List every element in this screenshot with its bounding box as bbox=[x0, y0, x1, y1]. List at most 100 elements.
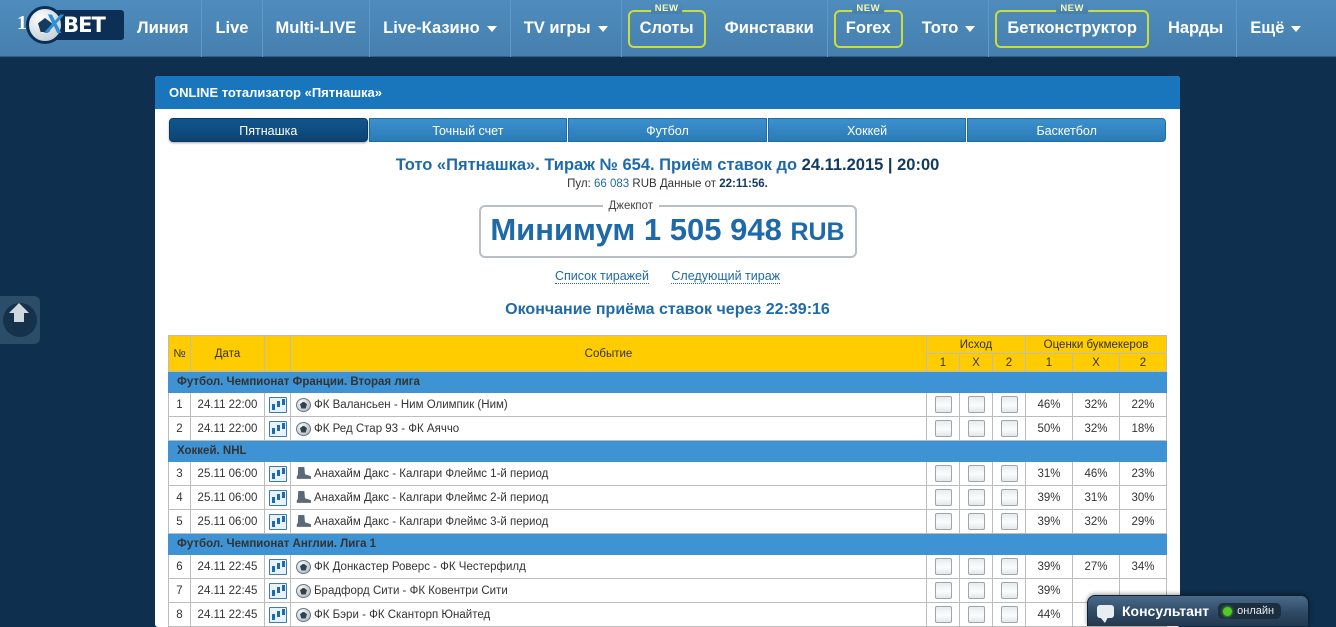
outcome-checkbox-cell-1[interactable] bbox=[926, 392, 960, 417]
outcome-checkbox-cell-2[interactable] bbox=[992, 554, 1026, 579]
row-stats-cell[interactable] bbox=[264, 485, 291, 510]
statistics-chart-icon[interactable] bbox=[268, 513, 287, 530]
outcome-checkbox-1[interactable] bbox=[934, 606, 952, 623]
outcome-checkbox-1[interactable] bbox=[934, 558, 952, 575]
outcome-checkbox-1[interactable] bbox=[934, 420, 952, 437]
outcome-checkbox-cell-2[interactable] bbox=[992, 578, 1026, 603]
row-stats-cell[interactable] bbox=[264, 554, 291, 579]
outcome-checkbox-cell-2[interactable] bbox=[992, 509, 1026, 534]
outcome-checkbox-X[interactable] bbox=[967, 396, 985, 413]
outcome-checkbox-X[interactable] bbox=[967, 489, 985, 506]
nav-item-forex[interactable]: NEW Forex bbox=[833, 2, 903, 48]
statistics-chart-icon[interactable] bbox=[268, 465, 287, 482]
row-stats-cell[interactable] bbox=[264, 602, 291, 627]
row-stats-cell[interactable] bbox=[264, 509, 291, 534]
outcome-checkbox-cell-X[interactable] bbox=[959, 554, 993, 579]
outcome-checkbox-2[interactable] bbox=[1000, 396, 1018, 413]
tab-хоккей[interactable]: Хоккей bbox=[767, 118, 967, 142]
odds-percent-x: 31% bbox=[1072, 485, 1120, 510]
outcome-checkbox-cell-X[interactable] bbox=[959, 578, 993, 603]
outcome-checkbox-cell-1[interactable] bbox=[926, 554, 960, 579]
statistics-chart-icon[interactable] bbox=[268, 420, 287, 437]
row-event-name[interactable]: ФК Валансьен - Ним Олимпик (Ним) bbox=[314, 399, 508, 411]
outcome-checkbox-X[interactable] bbox=[967, 513, 985, 530]
row-number: 4 bbox=[168, 485, 191, 510]
outcome-checkbox-X[interactable] bbox=[967, 582, 985, 599]
outcome-checkbox-cell-X[interactable] bbox=[959, 392, 993, 417]
nav-item-tv-игры[interactable]: TV игры bbox=[511, 0, 622, 57]
outcome-checkbox-X[interactable] bbox=[967, 420, 985, 437]
outcome-checkbox-cell-2[interactable] bbox=[992, 461, 1026, 486]
outcome-checkbox-2[interactable] bbox=[1000, 558, 1018, 575]
link-next-draw[interactable]: Следующий тираж bbox=[671, 269, 781, 284]
nav-item-нарды[interactable]: Нарды bbox=[1155, 0, 1238, 57]
statistics-chart-icon[interactable] bbox=[268, 558, 287, 575]
nav-item-live-казино[interactable]: Live-Казино bbox=[370, 0, 511, 57]
outcome-checkbox-cell-2[interactable] bbox=[992, 392, 1026, 417]
row-stats-cell[interactable] bbox=[264, 461, 291, 486]
outcome-checkbox-1[interactable] bbox=[934, 513, 952, 530]
nav-item-тото[interactable]: Тото bbox=[909, 0, 990, 57]
outcome-checkbox-cell-2[interactable] bbox=[992, 485, 1026, 510]
consultant-chat-widget[interactable]: Консультант онлайн bbox=[1087, 595, 1309, 626]
outcome-checkbox-cell-X[interactable] bbox=[959, 485, 993, 510]
nav-item-финставки[interactable]: Финставки bbox=[712, 0, 828, 57]
statistics-chart-icon[interactable] bbox=[268, 606, 287, 623]
outcome-checkbox-cell-1[interactable] bbox=[926, 578, 960, 603]
row-event-name[interactable]: Анахайм Дакс - Калгари Флеймс 2-й период bbox=[314, 492, 548, 504]
outcome-checkbox-cell-2[interactable] bbox=[992, 416, 1026, 441]
statistics-chart-icon[interactable] bbox=[268, 489, 287, 506]
row-event-name[interactable]: Анахайм Дакс - Калгари Флеймс 1-й период bbox=[314, 468, 548, 480]
row-number: 6 bbox=[168, 554, 191, 579]
outcome-checkbox-cell-1[interactable] bbox=[926, 485, 960, 510]
row-event-name[interactable]: ФК Ред Стар 93 - ФК Аяччо bbox=[314, 423, 459, 435]
outcome-checkbox-cell-X[interactable] bbox=[959, 602, 993, 627]
outcome-checkbox-cell-2[interactable] bbox=[992, 602, 1026, 627]
nav-item-multi-live[interactable]: Multi-LIVE bbox=[263, 0, 371, 57]
row-event-name[interactable]: Анахайм Дакс - Калгари Флеймс 3-й период bbox=[314, 516, 548, 528]
scroll-to-top-button[interactable] bbox=[0, 296, 40, 344]
outcome-checkbox-X[interactable] bbox=[967, 606, 985, 623]
outcome-checkbox-2[interactable] bbox=[1000, 465, 1018, 482]
outcome-checkbox-cell-X[interactable] bbox=[959, 416, 993, 441]
outcome-checkbox-2[interactable] bbox=[1000, 513, 1018, 530]
row-stats-cell[interactable] bbox=[264, 392, 291, 417]
tab-баскетбол[interactable]: Баскетбол bbox=[967, 118, 1166, 142]
row-date: 24.11 22:00 bbox=[190, 392, 265, 417]
tab-пятнашка[interactable]: Пятнашка bbox=[169, 118, 368, 142]
nav-item-label: Live bbox=[215, 19, 249, 37]
outcome-checkbox-1[interactable] bbox=[934, 582, 952, 599]
nav-item-слоты[interactable]: NEW Слоты bbox=[627, 2, 706, 48]
tab-футбол[interactable]: Футбол bbox=[568, 118, 767, 142]
outcome-checkbox-2[interactable] bbox=[1000, 420, 1018, 437]
logo-1xbet[interactable]: BET 1 X bbox=[12, 4, 124, 48]
outcome-checkbox-cell-X[interactable] bbox=[959, 509, 993, 534]
outcome-checkbox-cell-X[interactable] bbox=[959, 461, 993, 486]
outcome-checkbox-2[interactable] bbox=[1000, 582, 1018, 599]
outcome-checkbox-cell-1[interactable] bbox=[926, 602, 960, 627]
row-event-name[interactable]: ФК Бэри - ФК Сканторп Юнайтед bbox=[314, 609, 490, 621]
statistics-chart-icon[interactable] bbox=[268, 582, 287, 599]
outcome-checkbox-cell-1[interactable] bbox=[926, 509, 960, 534]
outcome-checkbox-X[interactable] bbox=[967, 465, 985, 482]
link-draw-list[interactable]: Список тиражей bbox=[554, 269, 649, 284]
tab-точный-счет[interactable]: Точный счет bbox=[368, 118, 568, 142]
outcome-checkbox-1[interactable] bbox=[934, 396, 952, 413]
nav-item-линия[interactable]: Линия bbox=[124, 0, 203, 57]
row-stats-cell[interactable] bbox=[264, 416, 291, 441]
row-event-name[interactable]: ФК Донкастер Роверс - ФК Честерфилд bbox=[314, 561, 526, 573]
nav-item-бетконструктор[interactable]: NEW Бетконструктор bbox=[995, 2, 1149, 48]
nav-item-ещё[interactable]: Ещё bbox=[1237, 0, 1314, 57]
outcome-checkbox-cell-1[interactable] bbox=[926, 416, 960, 441]
nav-item-live[interactable]: Live bbox=[202, 0, 263, 57]
outcome-checkbox-2[interactable] bbox=[1000, 606, 1018, 623]
statistics-chart-icon[interactable] bbox=[268, 396, 287, 413]
row-stats-cell[interactable] bbox=[264, 578, 291, 603]
row-event-name[interactable]: Брадфорд Сити - ФК Ковентри Сити bbox=[314, 585, 508, 597]
outcome-checkbox-1[interactable] bbox=[934, 465, 952, 482]
outcome-checkbox-X[interactable] bbox=[967, 558, 985, 575]
outcome-checkbox-1[interactable] bbox=[934, 489, 952, 506]
nav-item-label: Линия bbox=[137, 19, 189, 37]
outcome-checkbox-cell-1[interactable] bbox=[926, 461, 960, 486]
outcome-checkbox-2[interactable] bbox=[1000, 489, 1018, 506]
